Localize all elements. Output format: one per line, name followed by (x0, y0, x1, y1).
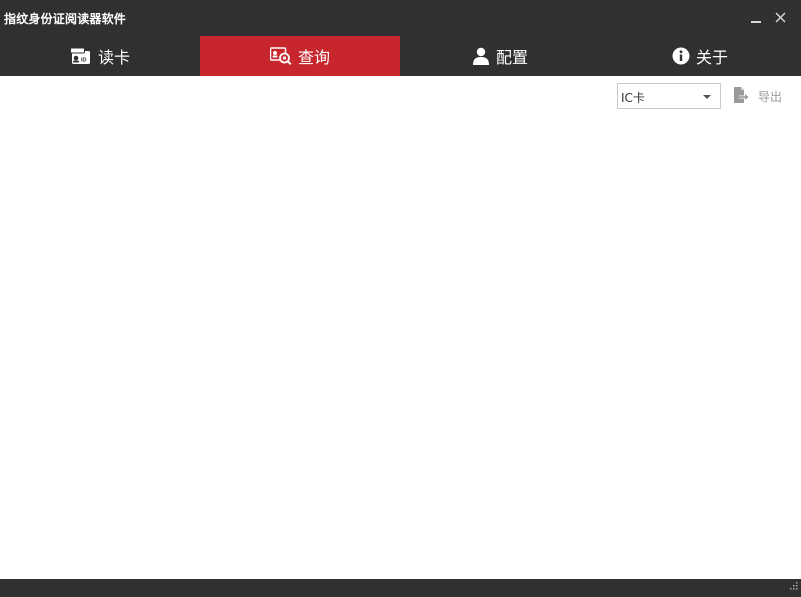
export-file-icon (733, 86, 749, 107)
card-type-value: IC卡 (621, 91, 645, 105)
tab-about[interactable]: 关于 (600, 36, 800, 76)
resize-grip-icon[interactable] (789, 575, 798, 594)
chevron-down-icon (703, 95, 711, 99)
tab-label: 关于 (695, 48, 728, 67)
tab-query[interactable]: 查询 (200, 36, 400, 76)
id-card-icon: ID (69, 47, 92, 65)
export-button[interactable]: 导出 (733, 86, 782, 106)
query-content-panel: IC卡 导出 (0, 76, 801, 579)
main-tab-bar: ID 读卡 查询 配置 关于 (0, 36, 801, 76)
export-label: 导出 (758, 89, 783, 104)
tab-config[interactable]: 配置 (400, 36, 600, 76)
minimize-button[interactable] (746, 6, 768, 28)
svg-text:ID: ID (81, 58, 87, 64)
title-bar: 指纹身份证阅读器软件 (0, 0, 801, 36)
card-search-icon (269, 47, 292, 65)
close-button[interactable] (770, 6, 792, 28)
app-window: 指纹身份证阅读器软件 ID 读卡 查询 配置 关于 IC卡 导出 (0, 0, 801, 597)
tab-label: 读卡 (97, 48, 130, 67)
window-title: 指纹身份证阅读器软件 (4, 12, 127, 26)
tab-label: 查询 (297, 48, 330, 67)
user-icon (472, 47, 490, 65)
tab-label: 配置 (495, 48, 528, 67)
minimize-icon (751, 21, 761, 23)
tab-read-card[interactable]: ID 读卡 (0, 36, 200, 76)
close-icon (775, 12, 786, 23)
info-icon (672, 47, 690, 65)
card-type-select[interactable]: IC卡 (617, 83, 721, 109)
status-bar (0, 579, 801, 597)
